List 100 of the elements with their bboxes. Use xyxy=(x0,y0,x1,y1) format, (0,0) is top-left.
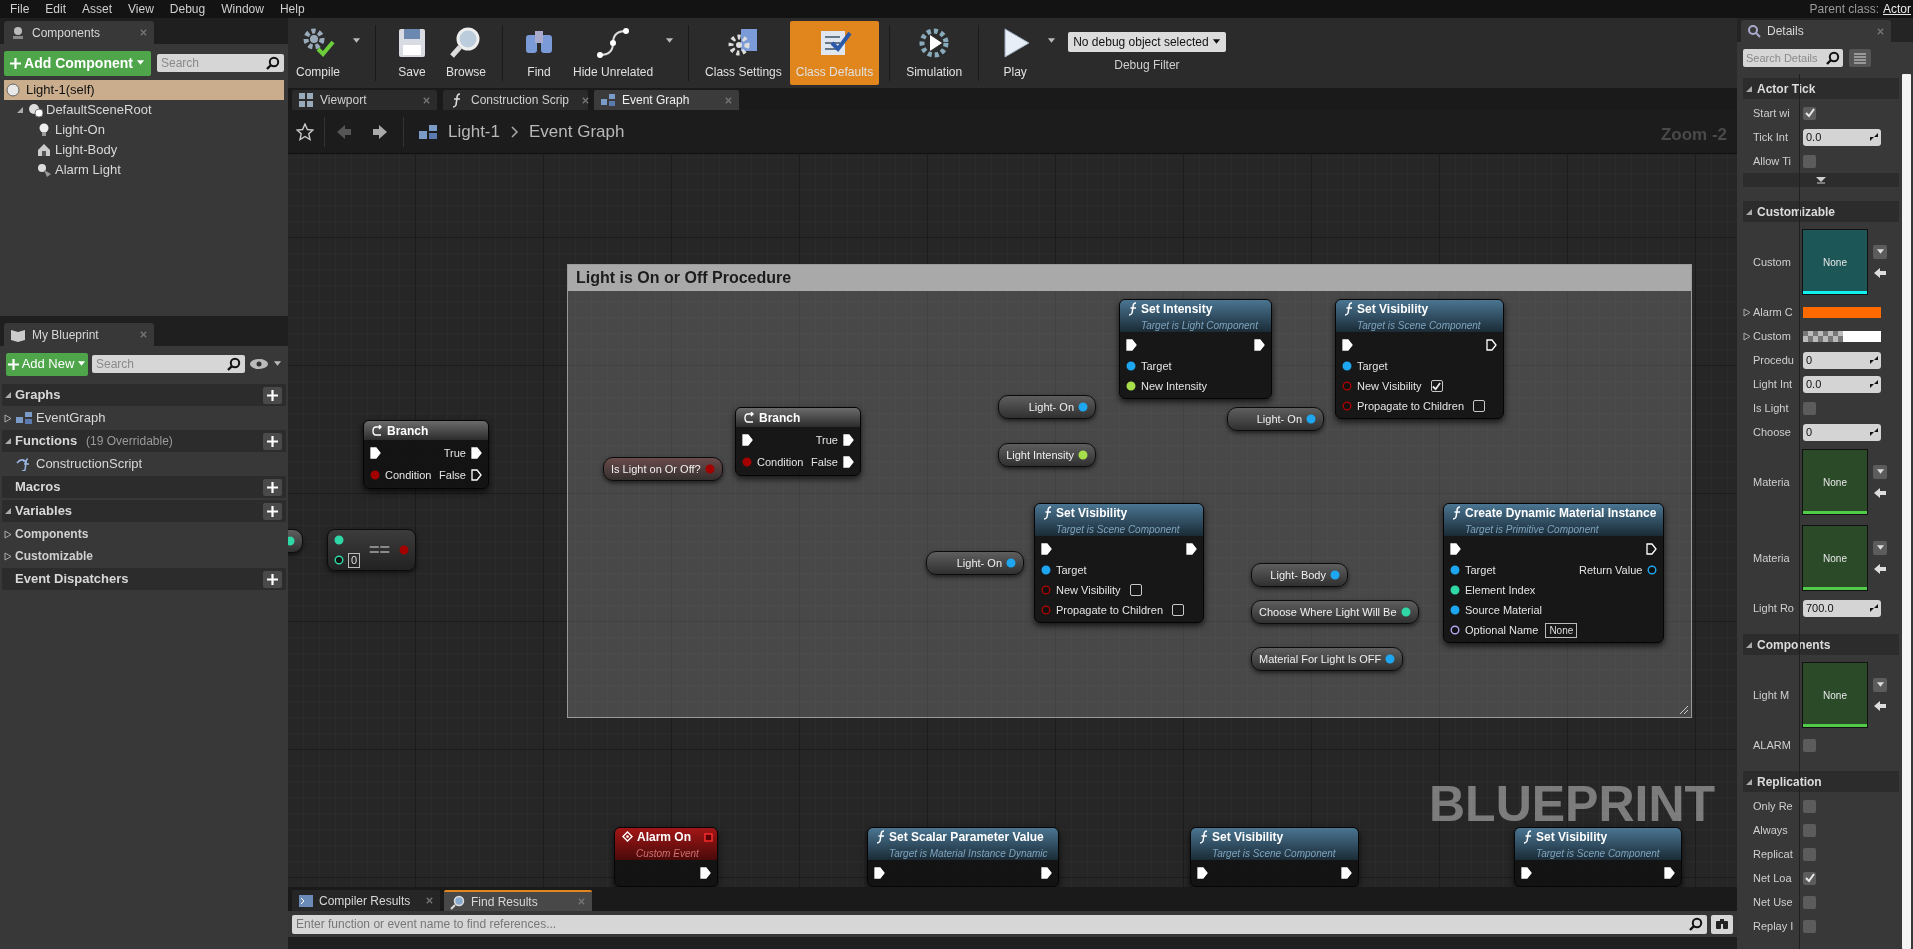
checkbox[interactable] xyxy=(1803,823,1816,837)
add-button[interactable] xyxy=(263,570,282,588)
binoculars-button[interactable] xyxy=(1711,914,1733,934)
expanded-arrow-icon[interactable] xyxy=(16,106,24,114)
tree-item[interactable]: DefaultSceneRoot xyxy=(4,100,284,120)
close-icon[interactable] xyxy=(1876,26,1885,36)
panel-tab[interactable]: Find Results xyxy=(444,890,592,911)
texture-preview[interactable] xyxy=(1803,330,1881,342)
scrollbar[interactable] xyxy=(1902,74,1911,949)
expanded-arrow-icon[interactable] xyxy=(1745,777,1753,786)
variable-node[interactable]: Light- On xyxy=(926,551,1024,575)
drag-handle-icon[interactable] xyxy=(1870,380,1878,388)
list-item[interactable]: Components xyxy=(2,524,286,544)
checkbox[interactable] xyxy=(1803,154,1816,168)
resize-grip-icon[interactable] xyxy=(1679,705,1689,715)
menu-item[interactable]: Edit xyxy=(37,0,75,18)
section-header[interactable]: Graphs xyxy=(2,384,286,406)
number-field[interactable]: 0 xyxy=(1803,351,1881,369)
caret-icon[interactable] xyxy=(1211,39,1221,45)
number-field[interactable]: 0 xyxy=(1803,423,1881,441)
close-icon[interactable] xyxy=(139,28,148,37)
checkbox[interactable] xyxy=(1803,106,1816,120)
exec-pin[interactable] xyxy=(1186,543,1197,555)
close-icon[interactable] xyxy=(724,95,733,105)
search-icon[interactable] xyxy=(227,357,241,371)
number-field[interactable]: 0.0 xyxy=(1803,375,1881,393)
exec-pin[interactable] xyxy=(1342,339,1353,351)
close-icon[interactable] xyxy=(422,95,431,105)
data-pin[interactable] xyxy=(1450,565,1460,575)
list-item[interactable]: ConstructionScript xyxy=(2,454,286,474)
data-pin[interactable] xyxy=(1450,585,1460,595)
variable-node[interactable]: Is Light on Or Off? xyxy=(603,457,723,481)
debug-object-dropdown[interactable]: No debug object selected xyxy=(1068,32,1226,52)
exec-pin[interactable] xyxy=(1486,339,1497,351)
left-arrow-icon[interactable] xyxy=(1873,487,1887,499)
menu-item[interactable]: Asset xyxy=(74,0,121,18)
add-button[interactable] xyxy=(263,478,282,496)
data-pin[interactable] xyxy=(288,536,295,546)
section-header[interactable]: Actor Tick xyxy=(1743,78,1899,99)
toolbar-button[interactable]: Simulation xyxy=(900,21,969,85)
checkbox[interactable] xyxy=(1803,895,1816,909)
exec-pin[interactable] xyxy=(1450,543,1461,555)
breadcrumb-item[interactable]: Event Graph xyxy=(529,118,625,145)
value-field[interactable]: None xyxy=(1545,622,1578,638)
panel-tab[interactable]: Components xyxy=(4,21,154,44)
tree-item[interactable]: Light-1(self) xyxy=(4,80,284,100)
expand-more-icon[interactable] xyxy=(1816,176,1826,184)
close-icon[interactable] xyxy=(139,330,148,339)
dropdown-button[interactable] xyxy=(1873,465,1887,479)
left-arrow-icon[interactable] xyxy=(1873,267,1887,279)
panel-tab[interactable]: My Blueprint xyxy=(4,323,154,346)
checkbox[interactable] xyxy=(1430,380,1443,392)
expanded-arrow-icon[interactable] xyxy=(1745,640,1753,649)
drag-handle-icon[interactable] xyxy=(1870,133,1878,141)
left-arrow-icon[interactable] xyxy=(1873,700,1887,712)
exec-pin[interactable] xyxy=(471,447,482,459)
dropdown-button[interactable] xyxy=(1873,245,1887,259)
exec-pin[interactable] xyxy=(1341,867,1352,879)
expanded-arrow-icon[interactable] xyxy=(1745,84,1753,93)
function-node[interactable]: Create Dynamic Material Instance Target is Primitive Component Target Return Value Element Index Source Material Optional Name None xyxy=(1443,503,1665,643)
editor-tab[interactable]: Event Graph xyxy=(594,90,739,110)
menu-item[interactable]: View xyxy=(120,0,162,18)
collapsed-arrow-icon[interactable] xyxy=(4,551,12,561)
dropdown-button[interactable] xyxy=(1873,678,1887,692)
number-field[interactable]: 700.0 xyxy=(1803,599,1881,617)
expanded-arrow-icon[interactable] xyxy=(1745,207,1753,216)
exec-pin[interactable] xyxy=(742,434,753,446)
expanded-arrow-icon[interactable] xyxy=(4,507,12,515)
section-header[interactable]: Replication xyxy=(1743,771,1899,792)
editor-tab[interactable]: Viewport xyxy=(292,90,437,110)
exec-pin[interactable] xyxy=(1197,867,1208,879)
toolbar-button[interactable]: Play xyxy=(989,21,1042,85)
color-swatch[interactable] xyxy=(1803,306,1881,318)
caret-icon[interactable] xyxy=(1047,38,1057,44)
comment-title[interactable]: Light is On or Off Procedure xyxy=(568,265,1691,291)
checkbox[interactable] xyxy=(1172,604,1184,616)
function-node[interactable]: Set Visibility Target is Scene Component Target New Visibility Propagate to Children xyxy=(1034,503,1204,623)
section-header[interactable]: Components xyxy=(1743,634,1899,655)
checkbox[interactable] xyxy=(1803,738,1816,752)
section-header[interactable]: Functions (19 Overridable) xyxy=(2,430,286,452)
branch-node[interactable]: Branch True Condition False xyxy=(735,407,861,476)
drag-handle-icon[interactable] xyxy=(1870,428,1878,436)
exec-pin[interactable] xyxy=(843,456,854,468)
toolbar-button[interactable]: Find xyxy=(513,21,566,85)
branch-node[interactable]: Branch True Condition False xyxy=(363,420,489,489)
function-node[interactable]: Set Scalar Parameter Value Target is Material Instance Dynamic xyxy=(867,827,1059,887)
data-pin[interactable] xyxy=(334,555,344,565)
variable-node[interactable]: Light- Body xyxy=(1251,563,1348,587)
search-icon[interactable] xyxy=(1826,51,1840,65)
forward-arrow-icon[interactable] xyxy=(371,122,389,141)
close-icon[interactable] xyxy=(425,896,434,905)
toolbar-button[interactable]: Save xyxy=(386,21,438,85)
eye-icon[interactable] xyxy=(249,358,269,370)
menu-item[interactable]: Window xyxy=(213,0,272,18)
exec-pin[interactable] xyxy=(1254,339,1265,351)
menu-item[interactable]: Help xyxy=(271,0,313,18)
event-node[interactable]: Alarm On Custom Event xyxy=(614,827,718,887)
data-pin[interactable] xyxy=(1342,361,1352,371)
checkbox[interactable] xyxy=(1803,871,1816,885)
exec-pin[interactable] xyxy=(1126,339,1137,351)
